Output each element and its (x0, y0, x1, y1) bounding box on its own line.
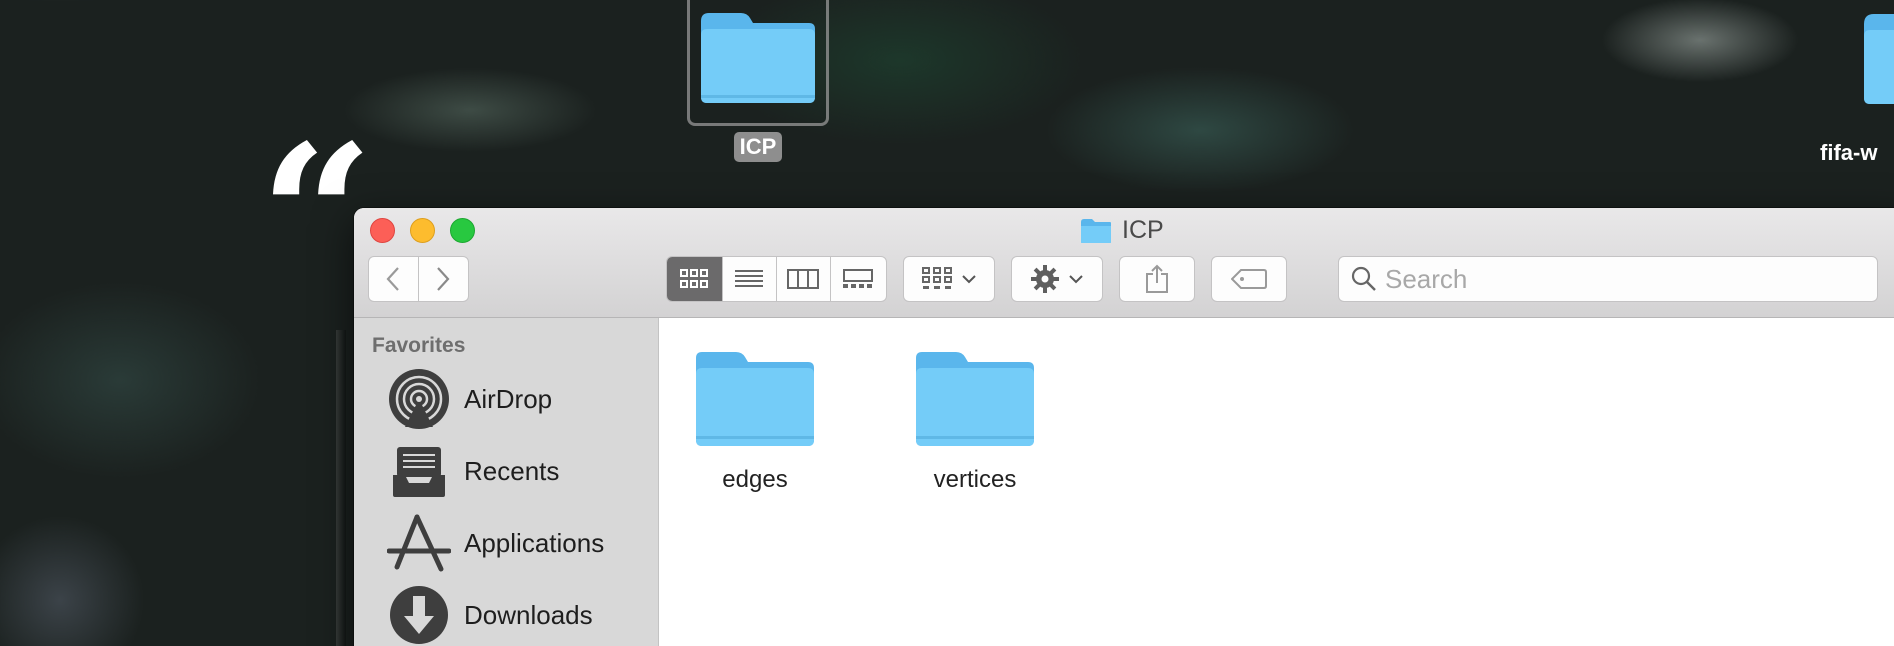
folder-icon (916, 352, 1034, 446)
gallery-view-button[interactable] (831, 257, 886, 301)
desktop-item-fifa[interactable]: fifa-w (1820, 0, 1894, 166)
forward-button[interactable] (419, 257, 469, 301)
search-field[interactable] (1338, 256, 1878, 302)
airdrop-icon (386, 366, 452, 432)
file-browser-content: edges vertices (659, 318, 1894, 646)
window-title: ICP (1080, 216, 1164, 245)
icon-view-icon (680, 269, 709, 288)
file-name: vertices (933, 466, 1017, 493)
folder-icon (696, 352, 814, 446)
chevron-right-icon (437, 267, 450, 291)
search-icon (1351, 266, 1376, 291)
sidebar-item-applications[interactable]: Applications (386, 510, 646, 576)
file-name: edges (722, 466, 788, 493)
sidebar-item-label: AirDrop (464, 383, 553, 414)
downloads-icon (386, 582, 452, 646)
view-mode-control (666, 256, 887, 302)
window-title-text: ICP (1122, 216, 1164, 244)
folder-item-edges[interactable]: edges (675, 350, 835, 494)
window-titlebar[interactable]: ICP (354, 208, 1894, 318)
desktop-item-label: ICP (733, 132, 783, 162)
column-view-icon (787, 269, 820, 289)
search-input[interactable] (1385, 263, 1865, 295)
chevron-down-icon (1069, 275, 1083, 284)
folder-item-vertices[interactable]: vertices (895, 350, 1055, 494)
navigation-buttons (368, 256, 469, 302)
sidebar-item-downloads[interactable]: Downloads (386, 582, 646, 646)
minimize-window-button[interactable] (410, 218, 435, 243)
zoom-window-button[interactable] (450, 218, 475, 243)
sidebar-item-recents[interactable]: Recents (386, 438, 646, 504)
list-view-button[interactable] (723, 257, 777, 301)
gallery-view-icon (843, 269, 874, 288)
recents-icon (386, 438, 452, 504)
tag-icon (1231, 269, 1267, 289)
finder-window: ICP Search Favorites AirDrop Recents App… (354, 208, 1894, 646)
sidebar-item-label: Applications (464, 527, 605, 558)
finder-sidebar: Favorites AirDrop Recents Applications D… (354, 318, 659, 646)
sidebar-item-label: Downloads (464, 599, 593, 630)
sidebar-section-favorites: Favorites (372, 334, 466, 357)
share-button[interactable] (1119, 256, 1195, 302)
sidebar-item-airdrop[interactable]: AirDrop (386, 366, 646, 432)
chevron-left-icon (386, 267, 400, 291)
icon-view-button[interactable] (667, 257, 723, 301)
close-window-button[interactable] (370, 218, 395, 243)
folder-icon (1864, 14, 1894, 104)
sidebar-item-label: Recents (464, 455, 560, 486)
applications-icon (386, 510, 452, 576)
edit-tags-button[interactable] (1211, 256, 1287, 302)
list-view-icon (735, 270, 764, 287)
share-icon (1146, 264, 1168, 293)
folder-icon (1081, 218, 1111, 243)
column-view-button[interactable] (777, 257, 831, 301)
back-button[interactable] (369, 257, 419, 301)
desktop-selection-frame (687, 0, 829, 126)
desktop-item-icp[interactable]: ICP (687, 0, 829, 162)
gear-icon (1031, 265, 1059, 293)
group-by-button[interactable] (903, 256, 995, 302)
desktop-item-label: fifa-w (1820, 140, 1878, 165)
folder-icon (701, 13, 815, 103)
group-icon (922, 267, 952, 289)
wallpaper-divider (336, 330, 346, 646)
action-menu-button[interactable] (1011, 256, 1103, 302)
chevron-down-icon (962, 275, 976, 284)
